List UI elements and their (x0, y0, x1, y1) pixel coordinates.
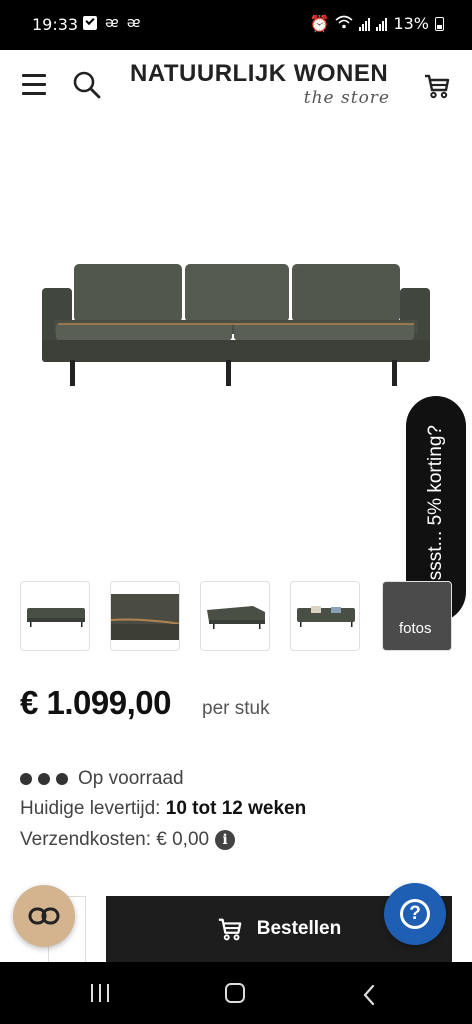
menu-icon[interactable] (22, 74, 48, 96)
product-image-area[interactable] (0, 130, 472, 570)
order-label: Bestellen (256, 918, 342, 939)
shipping-label: Verzendkosten: € 0,00 (20, 829, 210, 850)
brand-tagline: the store (303, 88, 390, 108)
info-icon[interactable]: i (215, 830, 236, 850)
wifi-icon (335, 14, 353, 33)
brand-name: NATUURLIJK WONEN (130, 60, 389, 87)
cart-icon (218, 918, 242, 941)
thumbnail-leather-detail[interactable] (110, 581, 180, 651)
battery-icon (435, 16, 444, 31)
discount-label: Pssst... 5% korting? (425, 425, 446, 593)
photos-label: fotos (399, 620, 432, 637)
recent-apps-icon[interactable] (91, 984, 109, 1002)
notification-icons: ᴂ ᴂ (83, 15, 141, 31)
shipping-cost: Verzendkosten: € 0,00 i (20, 829, 236, 851)
brand-logo[interactable]: NATUURLIJK WONEN the store (130, 60, 390, 120)
back-icon[interactable] (362, 984, 376, 1011)
search-icon[interactable] (72, 70, 102, 100)
price-unit: per stuk (202, 698, 270, 719)
stock-label: Op voorraad (78, 768, 184, 789)
app-notification-icon: ᴂ (105, 15, 119, 31)
sofa-image (42, 264, 430, 386)
loyalty-button[interactable] (13, 885, 75, 947)
check-notification-icon (83, 16, 97, 30)
help-button[interactable]: ? (384, 883, 446, 945)
cart-icon[interactable] (423, 72, 451, 100)
thumbnail-sofa-styled[interactable] (290, 581, 360, 651)
lead-time-value: 10 tot 12 weken (165, 798, 307, 819)
alarm-icon: ⏰ (309, 14, 330, 33)
site-header: NATUURLIJK WONEN the store (0, 50, 472, 130)
status-bar: 19:33 ᴂ ᴂ ⏰ 13% (0, 0, 472, 50)
battery-percent: 13% (393, 14, 429, 33)
loyalty-icon (28, 907, 60, 925)
system-icons: ⏰ 13% (310, 14, 444, 33)
app-notification-icon-2: ᴂ (126, 15, 141, 31)
stock-status: Op voorraad (20, 768, 184, 790)
thumbnail-sofa-front[interactable] (20, 581, 90, 651)
status-time: 19:33 (32, 15, 79, 34)
thumbnail-sofa-angle[interactable] (200, 581, 270, 651)
signal-icon (359, 17, 371, 31)
product-price: € 1.099,00 (20, 684, 171, 721)
thumbnail-strip: fotos (20, 581, 472, 652)
signal-icon-2 (376, 17, 388, 31)
stock-indicator-icon (20, 772, 68, 785)
system-nav-bar (0, 962, 472, 1024)
lead-time-label: Huidige levertijd: (20, 798, 161, 819)
home-icon[interactable] (225, 983, 245, 1003)
lead-time: Huidige levertijd: 10 tot 12 weken (20, 798, 306, 820)
help-icon: ? (400, 899, 430, 929)
thumbnail-photos[interactable]: fotos (382, 581, 452, 651)
